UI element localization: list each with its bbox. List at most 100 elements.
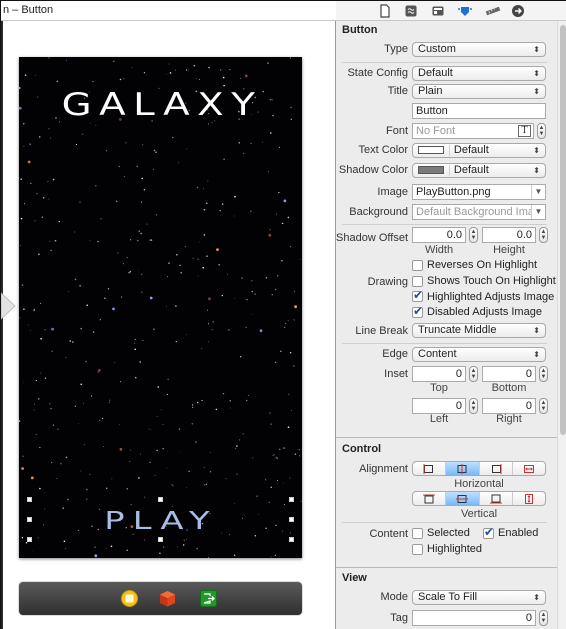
mode-value: Scale To Fill bbox=[418, 591, 478, 603]
highlighted-adjusts-image-label: Highlighted Adjusts Image bbox=[427, 291, 555, 303]
dropdown-arrow-icon[interactable]: ▼ bbox=[531, 205, 545, 219]
popup-chevron-icon: ⬍ bbox=[533, 326, 540, 335]
align-vertical-fill-segment[interactable] bbox=[513, 492, 545, 505]
type-value: Custom bbox=[418, 43, 456, 55]
tag-field[interactable]: 0 bbox=[412, 610, 536, 626]
align-middle-segment[interactable] bbox=[446, 492, 480, 505]
resize-handle[interactable] bbox=[289, 537, 294, 542]
identity-inspector-icon[interactable] bbox=[431, 4, 445, 18]
connections-inspector-icon[interactable] bbox=[511, 4, 525, 18]
section-divider bbox=[336, 567, 557, 568]
background-combo[interactable]: Default Background Imag ▼ bbox=[412, 204, 546, 220]
storyboard-canvas[interactable]: n – Button GALAXY PLAY bbox=[1, 1, 336, 629]
scrollbar-thumb[interactable] bbox=[560, 25, 566, 435]
font-picker-icon[interactable]: T bbox=[518, 125, 531, 137]
reverses-on-highlight-checkbox[interactable] bbox=[412, 260, 423, 271]
divider bbox=[342, 224, 547, 225]
reverses-on-highlight-label: Reverses On Highlight bbox=[427, 259, 538, 271]
content-mode-popup[interactable]: Scale To Fill ⬍ bbox=[412, 590, 546, 605]
horizontal-alignment-control[interactable] bbox=[412, 461, 546, 476]
line-break-popup[interactable]: Truncate Middle ⬍ bbox=[412, 323, 546, 338]
resize-handle[interactable] bbox=[158, 497, 163, 502]
text-color-label: Text Color bbox=[358, 144, 408, 156]
inset-right-stepper[interactable]: ▲ ▼ bbox=[539, 398, 548, 414]
font-size-stepper[interactable]: ▲ ▼ bbox=[537, 123, 546, 139]
align-center-icon bbox=[457, 463, 467, 474]
align-fill-icon bbox=[523, 464, 534, 473]
resize-handle[interactable] bbox=[289, 517, 294, 522]
jump-bar-title[interactable]: n – Button bbox=[3, 4, 53, 16]
enabled-checkbox[interactable] bbox=[483, 525, 494, 539]
popup-chevron-icon: ⬍ bbox=[533, 593, 540, 602]
align-right-segment[interactable] bbox=[480, 462, 513, 475]
edge-popup[interactable]: Content ⬍ bbox=[412, 347, 546, 362]
vertical-alignment-control[interactable] bbox=[412, 491, 546, 506]
align-center-segment[interactable] bbox=[446, 462, 480, 475]
disabled-adjusts-image-label: Disabled Adjusts Image bbox=[427, 306, 542, 318]
align-left-segment[interactable] bbox=[413, 462, 447, 475]
tag-stepper[interactable]: ▲ ▼ bbox=[539, 610, 548, 626]
attributes-inspector: Button Type Custom ⬍ State Config Default… bbox=[336, 1, 566, 629]
title-text-field[interactable]: Button bbox=[412, 103, 546, 119]
shadow-color-popup[interactable]: | Default ⬍ bbox=[412, 163, 546, 178]
shadow-offset-height-field[interactable]: 0.0 bbox=[482, 227, 536, 243]
inset-bottom-field[interactable]: 0 bbox=[482, 366, 536, 382]
inset-top-stepper[interactable]: ▲ ▼ bbox=[469, 366, 478, 382]
font-field[interactable]: No Font T bbox=[412, 123, 534, 139]
resize-handle[interactable] bbox=[27, 497, 32, 502]
dropdown-arrow-icon[interactable]: ▼ bbox=[531, 185, 545, 199]
align-bottom-icon bbox=[489, 494, 502, 503]
cube-icon[interactable] bbox=[159, 590, 176, 607]
divider bbox=[342, 343, 547, 344]
highlighted-adjusts-image-checkbox[interactable] bbox=[412, 288, 423, 302]
shadow-offset-width-field[interactable]: 0.0 bbox=[412, 227, 466, 243]
resize-handle[interactable] bbox=[27, 537, 32, 542]
inset-bottom-stepper[interactable]: ▲ ▼ bbox=[539, 366, 548, 382]
inset-left-field[interactable]: 0 bbox=[412, 398, 466, 414]
resize-handle[interactable] bbox=[27, 517, 32, 522]
galaxy-title-label[interactable]: GALAXY bbox=[19, 87, 302, 123]
align-left-icon bbox=[423, 463, 434, 474]
disabled-adjusts-image-checkbox[interactable] bbox=[412, 304, 423, 318]
resize-handle[interactable] bbox=[289, 497, 294, 502]
align-top-segment[interactable] bbox=[413, 492, 447, 505]
selected-label: Selected bbox=[427, 527, 470, 539]
quick-help-icon[interactable] bbox=[404, 4, 418, 18]
shadow-offset-width-stepper[interactable]: ▲ ▼ bbox=[469, 227, 478, 243]
type-label: Type bbox=[384, 43, 408, 55]
align-fill-segment[interactable] bbox=[513, 462, 545, 475]
type-popup[interactable]: Custom ⬍ bbox=[412, 42, 546, 57]
view-controller-scene[interactable]: GALAXY PLAY bbox=[19, 57, 302, 558]
highlighted-checkbox[interactable] bbox=[412, 544, 423, 555]
state-config-popup[interactable]: Default ⬍ bbox=[412, 66, 546, 81]
exit-icon[interactable] bbox=[200, 590, 217, 607]
shows-touch-on-highlight-checkbox[interactable] bbox=[412, 276, 423, 287]
entry-point-arrow-icon bbox=[1, 292, 16, 320]
selected-checkbox[interactable] bbox=[412, 528, 423, 539]
align-top-icon bbox=[423, 494, 436, 503]
first-responder-icon[interactable] bbox=[121, 590, 138, 607]
right-caption: Right bbox=[496, 413, 522, 425]
file-inspector-icon[interactable] bbox=[378, 4, 392, 18]
title-type-popup[interactable]: Plain ⬍ bbox=[412, 84, 546, 99]
popup-chevron-icon: ⬍ bbox=[533, 69, 540, 78]
enabled-label: Enabled bbox=[498, 527, 539, 539]
play-button[interactable]: PLAY bbox=[29, 494, 293, 554]
text-color-popup[interactable]: | Default ⬍ bbox=[412, 143, 546, 158]
shadow-color-swatch bbox=[418, 166, 444, 175]
shadow-offset-height-stepper[interactable]: ▲ ▼ bbox=[539, 227, 548, 243]
size-inspector-icon[interactable] bbox=[485, 4, 501, 18]
inset-top-field[interactable]: 0 bbox=[412, 366, 466, 382]
section-divider bbox=[336, 437, 557, 438]
image-combo[interactable]: PlayButton.png ▼ bbox=[412, 184, 546, 200]
align-bottom-segment[interactable] bbox=[480, 492, 513, 505]
align-vertical-fill-icon bbox=[524, 493, 533, 504]
inset-left-stepper[interactable]: ▲ ▼ bbox=[469, 398, 478, 414]
resize-handle[interactable] bbox=[158, 537, 163, 542]
shadow-color-label: Shadow Color bbox=[338, 164, 408, 176]
inset-right-field[interactable]: 0 bbox=[482, 398, 536, 414]
attributes-inspector-icon[interactable] bbox=[458, 4, 472, 18]
inspector-scrollbar[interactable] bbox=[557, 21, 566, 629]
popup-chevron-icon: ⬍ bbox=[533, 350, 540, 359]
jump-bar: n – Button bbox=[1, 1, 336, 21]
